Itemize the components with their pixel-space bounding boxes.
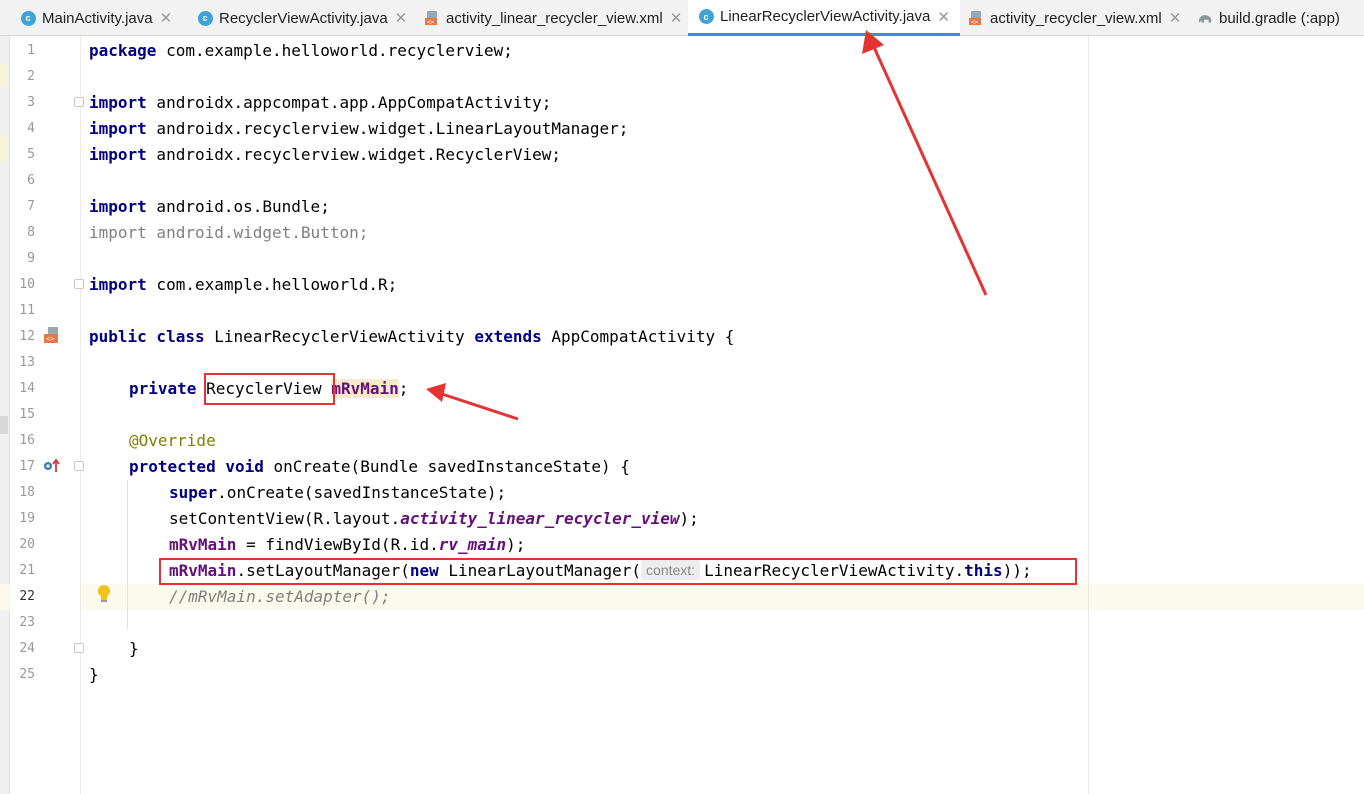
annotation-arrows bbox=[426, 30, 988, 421]
arrow-to-active-tab bbox=[862, 30, 988, 296]
arrow-to-field bbox=[426, 383, 519, 421]
